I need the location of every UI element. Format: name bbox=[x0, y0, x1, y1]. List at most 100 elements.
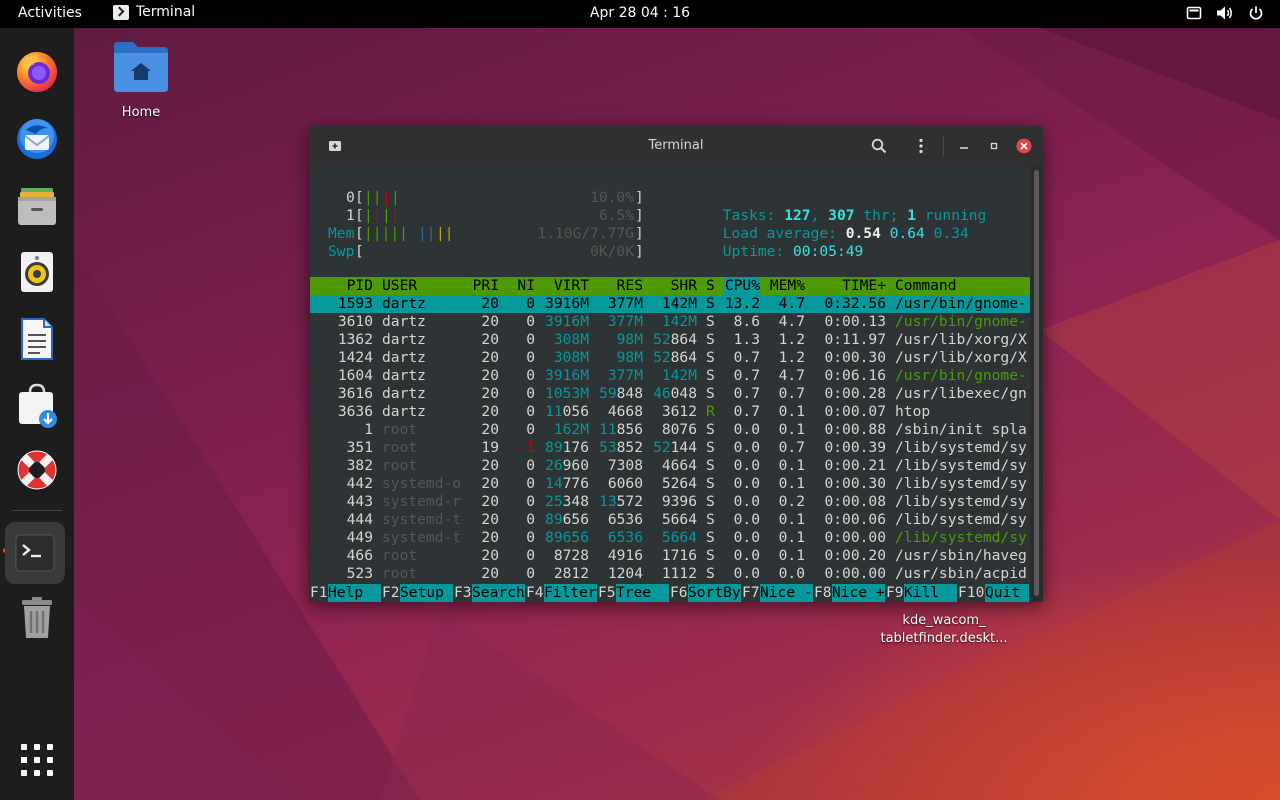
column-header-s[interactable]: S bbox=[706, 277, 715, 295]
column-header-virt[interactable]: VIRT bbox=[535, 277, 589, 295]
cell-cmd: /lib/systemd/sy bbox=[895, 493, 1027, 510]
table-row[interactable]: 1424 dartz 20 0 308M 98M 52864 S 0.7 1.2 0:00.30/u… bbox=[310, 349, 1030, 367]
cell-virt: 162M bbox=[553, 421, 589, 438]
fkey-f9[interactable]: F9 bbox=[886, 584, 904, 602]
dock-writer[interactable] bbox=[9, 311, 65, 367]
cell-ni: 0 bbox=[526, 313, 535, 330]
table-row[interactable]: 3616 dartz 20 0 1053M 59848 46048 S 0.7 0.7 0:00.2… bbox=[310, 385, 1030, 403]
table-row[interactable]: 382 root 20 0 26960 7308 4664 S 0.0 0.1 0:00.21/li… bbox=[310, 457, 1030, 475]
column-header-user[interactable]: USER bbox=[382, 277, 472, 295]
table-row[interactable]: 442 systemd-o 20 0 14776 6060 5264 S 0.0 0.1 0:00.… bbox=[310, 475, 1030, 493]
volume-icon[interactable] bbox=[1216, 5, 1234, 21]
cell-mem: 0.7 bbox=[778, 439, 805, 456]
column-header-res[interactable]: RES bbox=[598, 277, 643, 295]
fkey-f6[interactable]: F6 bbox=[670, 584, 688, 602]
cell-mem: 0.1 bbox=[778, 529, 805, 546]
column-header-pid[interactable]: PID bbox=[310, 277, 373, 295]
table-row[interactable]: 3636 dartz 20 0 11056 4668 3612 R 0.7 0.1 0:00.07 h… bbox=[310, 403, 1030, 421]
column-header-command[interactable]: Command bbox=[895, 277, 1030, 295]
cell-mem: 0.1 bbox=[778, 547, 805, 564]
fkey-f7[interactable]: F7 bbox=[742, 584, 760, 602]
dock-show-apps[interactable] bbox=[9, 732, 65, 788]
cell-shr: 142M bbox=[661, 367, 697, 384]
fkey-f1[interactable]: F1 bbox=[310, 584, 328, 602]
cell-pid: 1593 bbox=[337, 295, 373, 312]
column-header-mem[interactable]: MEM% bbox=[769, 277, 805, 295]
power-icon[interactable] bbox=[1248, 5, 1264, 21]
new-tab-button[interactable] bbox=[325, 136, 345, 156]
activities-button[interactable]: Activities bbox=[18, 5, 82, 21]
dock-trash[interactable] bbox=[9, 590, 65, 646]
fkey-label-f2[interactable]: Setup bbox=[400, 584, 453, 602]
terminal-header-bar[interactable]: Terminal bbox=[309, 126, 1043, 166]
column-header-cpu[interactable]: CPU% bbox=[724, 277, 760, 295]
terminal-window[interactable]: Terminal 0[|| | | 10.0%] 1[| | | | 6.5%] Mem[… bbox=[309, 126, 1043, 602]
table-row[interactable]: 444 systemd-t 20 0 89656 6536 5664 S 0.0 0.1 0:00.… bbox=[310, 511, 1030, 529]
table-row[interactable]: 466 root 20 0 8728 4916 1716 S 0.0 0.1 0:00.20/usr… bbox=[310, 547, 1030, 565]
dock-terminal[interactable] bbox=[5, 522, 65, 584]
close-button[interactable] bbox=[1014, 136, 1034, 156]
minimize-button[interactable] bbox=[954, 136, 974, 156]
maximize-button[interactable] bbox=[984, 136, 1004, 156]
fkey-f10[interactable]: F10 bbox=[958, 584, 984, 602]
desktop-file-kde-wacom[interactable]: kde_wacom_ tabletfinder.deskt... bbox=[872, 592, 1016, 648]
cell-pid: 444 bbox=[346, 511, 373, 528]
fkey-label-f3[interactable]: Search bbox=[472, 584, 525, 602]
cell-pid: 1604 bbox=[337, 367, 373, 384]
table-row[interactable]: 3610 dartz 20 0 3916M 377M 142M S 8.6 4.7 0:00.13 /… bbox=[310, 313, 1030, 331]
fkey-label-f6[interactable]: SortBy bbox=[688, 584, 741, 602]
fkey-label-f10[interactable]: Quit bbox=[985, 584, 1029, 602]
fkey-label-f7[interactable]: Nice - bbox=[760, 584, 813, 602]
dock-firefox[interactable] bbox=[9, 44, 65, 100]
process-table-header[interactable]: PID USER PRI NI VIRT RES SHR S CPU% MEM% TIME+ Comm… bbox=[310, 277, 1030, 295]
fkey-f4[interactable]: F4 bbox=[526, 584, 544, 602]
function-key-bar[interactable]: F1 Help F2 Setup F3 Search F4 Filter F5 Tree F6… bbox=[310, 584, 1030, 602]
screen-icon[interactable] bbox=[1186, 5, 1202, 21]
fkey-label-f4[interactable]: Filter bbox=[544, 584, 597, 602]
cell-ni: 0 bbox=[526, 349, 535, 366]
cell-ni: 0 bbox=[526, 475, 535, 492]
cell-s: S bbox=[706, 367, 715, 384]
desktop-home[interactable]: Home bbox=[100, 38, 182, 120]
cell-res: 6536 bbox=[607, 529, 643, 546]
table-row[interactable]: 443 systemd-r 20 0 25348 13572 9396 S 0.0 0.2 0:00… bbox=[310, 493, 1030, 511]
cell-time: 0:00.30 bbox=[824, 349, 886, 366]
table-row[interactable]: 523 root 20 0 2812 1204 1112 S 0.0 0.0 0:00.00/usr… bbox=[310, 565, 1030, 583]
dock-rhythmbox[interactable] bbox=[9, 244, 65, 300]
column-header-time[interactable]: TIME+ bbox=[814, 277, 886, 295]
fkey-label-f1[interactable]: Help bbox=[328, 584, 381, 602]
terminal-small-icon bbox=[113, 4, 129, 20]
dock-thunderbird[interactable] bbox=[9, 111, 65, 167]
dock bbox=[0, 28, 74, 800]
fkey-f2[interactable]: F2 bbox=[382, 584, 400, 602]
htop-screen[interactable]: 0[|| | | 10.0%] 1[| | | | 6.5%] Mem[||||| || |… bbox=[310, 166, 1030, 602]
table-row[interactable]: 351 root 19 -1 89176 53852 52144 S 0.0 0.7 0:00.39… bbox=[310, 439, 1030, 457]
cell-ni: 0 bbox=[526, 529, 535, 546]
fkey-f5[interactable]: F5 bbox=[598, 584, 616, 602]
cell-cpu: 0.0 bbox=[733, 511, 760, 528]
column-header-shr[interactable]: SHR bbox=[652, 277, 697, 295]
table-row[interactable]: 1604 dartz 20 0 3916M 377M 142M S 0.7 4.7 0:06.16 /… bbox=[310, 367, 1030, 385]
dock-files[interactable] bbox=[9, 178, 65, 234]
fkey-f8[interactable]: F8 bbox=[814, 584, 832, 602]
app-menu[interactable]: Terminal bbox=[113, 4, 195, 20]
column-header-pri[interactable]: PRI bbox=[472, 277, 499, 295]
cell-shr: 9396 bbox=[661, 493, 697, 510]
terminal-scrollbar[interactable] bbox=[1034, 170, 1039, 596]
system-tray[interactable] bbox=[1186, 5, 1264, 21]
search-button[interactable] bbox=[869, 136, 889, 156]
dock-help[interactable] bbox=[9, 442, 65, 498]
menu-button[interactable] bbox=[911, 136, 931, 156]
table-row[interactable]: 449 systemd-t 20 0 89656 6536 5664 S 0.0 0.1 0:00.… bbox=[310, 529, 1030, 547]
table-row[interactable]: 1362 dartz 20 0 308M 98M 52864 S 1.3 1.2 0:11.97/u… bbox=[310, 331, 1030, 349]
table-row[interactable]: 1 root 20 0 162M 11856 8076 S 0.0 0.1 0:00.88/sbin… bbox=[310, 421, 1030, 439]
cell-cmd: /usr/lib/xorg/X bbox=[895, 349, 1027, 366]
fkey-f3[interactable]: F3 bbox=[454, 584, 472, 602]
fkey-label-f9[interactable]: Kill bbox=[904, 584, 957, 602]
column-header-ni[interactable]: NI bbox=[508, 277, 535, 295]
fkey-label-f8[interactable]: Nice + bbox=[832, 584, 885, 602]
fkey-label-f5[interactable]: Tree bbox=[616, 584, 669, 602]
dock-software[interactable] bbox=[9, 377, 65, 433]
table-row[interactable]: 1593 dartz 20 0 3916M 377M 142M S 13.2 4.7 0:32.56… bbox=[310, 295, 1030, 313]
cell-res: 4668 bbox=[607, 403, 643, 420]
